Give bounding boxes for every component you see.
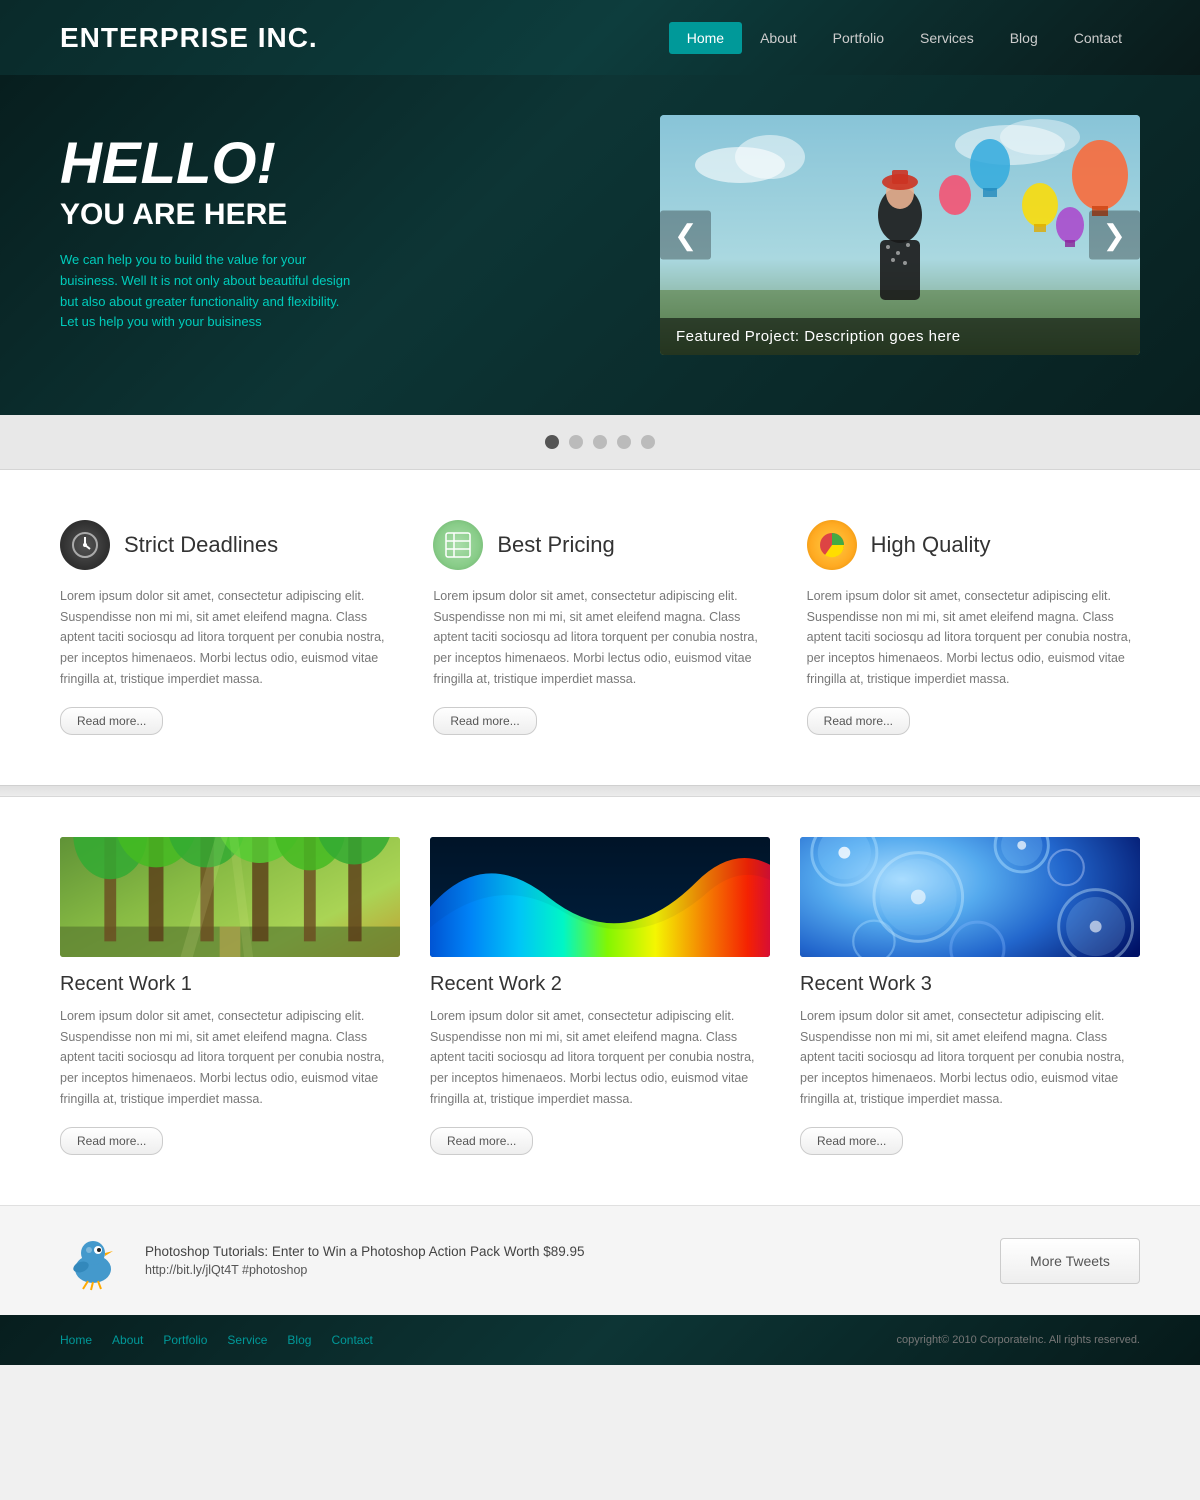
feature-1-header: Strict Deadlines <box>60 520 393 570</box>
footer-nav-blog[interactable]: Blog <box>287 1333 311 1347</box>
dot-3[interactable] <box>593 435 607 449</box>
slider-caption: Featured Project: Description goes here <box>660 318 1140 355</box>
footer-nav: Home About Portfolio Service Blog Contac… <box>60 1333 373 1347</box>
feature-1: Strict Deadlines Lorem ipsum dolor sit a… <box>60 520 393 735</box>
bokeh-thumbnail <box>800 837 1140 957</box>
work-thumbnail-2 <box>430 837 770 957</box>
footer-nav-home[interactable]: Home <box>60 1333 92 1347</box>
nav-item-portfolio[interactable]: Portfolio <box>815 22 902 54</box>
work-3-text: Lorem ipsum dolor sit amet, consectetur … <box>800 1006 1140 1109</box>
forest-thumbnail <box>60 837 400 957</box>
feature-2: Best Pricing Lorem ipsum dolor sit amet,… <box>433 520 766 735</box>
footer-nav-about[interactable]: About <box>112 1333 143 1347</box>
work-3-title: Recent Work 3 <box>800 973 1140 996</box>
feature-2-header: Best Pricing <box>433 520 766 570</box>
forest-svg <box>60 837 400 957</box>
feature-1-title: Strict Deadlines <box>124 532 278 558</box>
work-3-read-more[interactable]: Read more... <box>800 1127 903 1155</box>
dot-4[interactable] <box>617 435 631 449</box>
hero-description: We can help you to build the value for y… <box>60 250 360 333</box>
slider-prev-btn[interactable]: ❮ <box>660 211 711 260</box>
nav-item-home[interactable]: Home <box>669 22 742 54</box>
feature-3-header: High Quality <box>807 520 1140 570</box>
pie-svg <box>818 531 846 559</box>
feature-3-title: High Quality <box>871 532 991 558</box>
table-icon <box>433 520 483 570</box>
twitter-bird-icon <box>60 1228 125 1293</box>
feature-2-text: Lorem ipsum dolor sit amet, consectetur … <box>433 586 766 689</box>
feature-1-read-more[interactable]: Read more... <box>60 707 163 735</box>
hero-text: HELLO! YOU ARE HERE We can help you to b… <box>60 115 630 333</box>
dot-1[interactable] <box>545 435 559 449</box>
feature-2-title: Best Pricing <box>497 532 614 558</box>
twitter-url-text: http://bit.ly/jlQt4T #photoshop <box>145 1263 980 1277</box>
slider-next-btn[interactable]: ❯ <box>1089 211 1140 260</box>
work-1-read-more[interactable]: Read more... <box>60 1127 163 1155</box>
work-item-2: Recent Work 2 Lorem ipsum dolor sit amet… <box>430 837 770 1155</box>
hero-subheading: YOU ARE HERE <box>60 198 630 232</box>
main-nav: Home About Portfolio Services Blog Conta… <box>669 22 1140 54</box>
table-svg <box>445 532 471 558</box>
wave-thumbnail <box>430 837 770 957</box>
features-section: Strict Deadlines Lorem ipsum dolor sit a… <box>0 470 1200 785</box>
hero-section: HELLO! YOU ARE HERE We can help you to b… <box>0 75 1200 415</box>
feature-3-read-more[interactable]: Read more... <box>807 707 910 735</box>
header: ENTERPRISE INC. Home About Portfolio Ser… <box>0 0 1200 75</box>
work-2-title: Recent Work 2 <box>430 973 770 996</box>
slider-dots <box>0 415 1200 470</box>
work-thumbnail-3 <box>800 837 1140 957</box>
bird-svg <box>63 1231 123 1291</box>
twitter-section: Photoshop Tutorials: Enter to Win a Phot… <box>0 1205 1200 1315</box>
work-1-title: Recent Work 1 <box>60 973 400 996</box>
bokeh-svg <box>800 837 1140 957</box>
clock-icon <box>60 520 110 570</box>
work-1-text: Lorem ipsum dolor sit amet, consectetur … <box>60 1006 400 1109</box>
recent-work-section: Recent Work 1 Lorem ipsum dolor sit amet… <box>0 797 1200 1205</box>
footer-nav-service[interactable]: Service <box>227 1333 267 1347</box>
work-thumbnail-1 <box>60 837 400 957</box>
work-item-3: Recent Work 3 Lorem ipsum dolor sit amet… <box>800 837 1140 1155</box>
clock-svg <box>71 531 99 559</box>
feature-2-read-more[interactable]: Read more... <box>433 707 536 735</box>
hero-slider: ❮ ❯ Featured Project: Description goes h… <box>660 115 1140 355</box>
nav-item-services[interactable]: Services <box>902 22 992 54</box>
feature-3: High Quality Lorem ipsum dolor sit amet,… <box>807 520 1140 735</box>
dot-5[interactable] <box>641 435 655 449</box>
nav-item-contact[interactable]: Contact <box>1056 22 1140 54</box>
nav-item-blog[interactable]: Blog <box>992 22 1056 54</box>
nav-item-about[interactable]: About <box>742 22 815 54</box>
pie-icon <box>807 520 857 570</box>
twitter-main-text: Photoshop Tutorials: Enter to Win a Phot… <box>145 1244 980 1259</box>
wave-svg <box>430 837 770 957</box>
footer-nav-portfolio[interactable]: Portfolio <box>163 1333 207 1347</box>
work-item-1: Recent Work 1 Lorem ipsum dolor sit amet… <box>60 837 400 1155</box>
footer-nav-contact[interactable]: Contact <box>331 1333 372 1347</box>
feature-3-text: Lorem ipsum dolor sit amet, consectetur … <box>807 586 1140 689</box>
section-divider <box>0 785 1200 797</box>
work-2-text: Lorem ipsum dolor sit amet, consectetur … <box>430 1006 770 1109</box>
feature-1-text: Lorem ipsum dolor sit amet, consectetur … <box>60 586 393 689</box>
work-2-read-more[interactable]: Read more... <box>430 1127 533 1155</box>
footer: Home About Portfolio Service Blog Contac… <box>0 1315 1200 1365</box>
footer-copyright: copyright© 2010 CorporateInc. All rights… <box>896 1334 1140 1346</box>
site-logo: ENTERPRISE INC. <box>60 22 318 54</box>
dot-2[interactable] <box>569 435 583 449</box>
more-tweets-button[interactable]: More Tweets <box>1000 1238 1140 1284</box>
twitter-content: Photoshop Tutorials: Enter to Win a Phot… <box>145 1244 980 1277</box>
hero-hello: HELLO! <box>60 135 630 193</box>
